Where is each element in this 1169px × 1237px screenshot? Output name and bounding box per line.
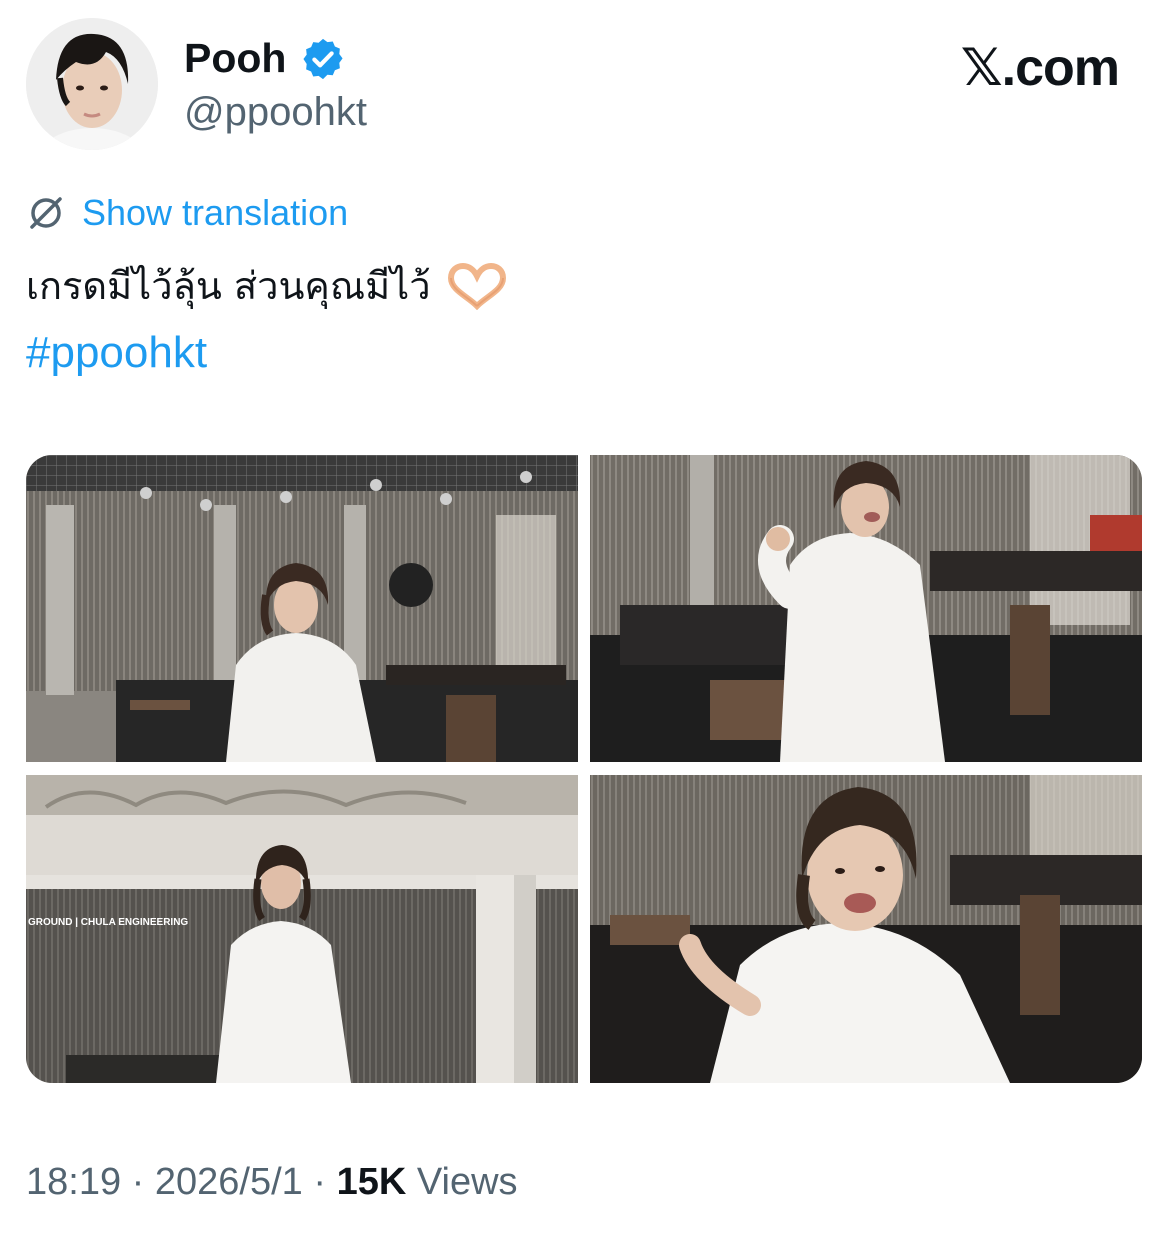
photo-3-sign: GROUND | CHULA ENGINEERING [28,917,188,928]
post-text: เกรดมีไว้ลุ้น ส่วนคุณมีไว้ [26,258,509,314]
translate-globe-icon [30,197,62,229]
author-display-name[interactable]: Pooh [184,34,286,82]
photo-1[interactable] [26,455,578,762]
post-meta: 18:19 · 2026/5/1 · 15K Views [26,1158,518,1206]
heart-hands-emoji [447,262,506,310]
photo-3[interactable]: GROUND | CHULA ENGINEERING [26,775,578,1083]
x-logo: 𝕏.com [960,39,1120,97]
views-count: 15K [336,1161,407,1203]
photo-2-image [590,455,1142,762]
profile-photo [26,18,158,150]
views-label: Views [416,1161,518,1203]
show-translation-button[interactable]: Show translation [26,190,348,236]
verified-badge-icon [303,38,343,80]
media-grid: GROUND | CHULA ENGINEERING [26,455,1142,1083]
post-time[interactable]: 18:19 [26,1161,121,1203]
photo-2[interactable] [590,455,1142,762]
hashtag-link[interactable]: #ppoohkt [26,326,207,380]
post-text-content: เกรดมีไว้ลุ้น ส่วนคุณมีไว้ [26,264,431,308]
photo-3-image: GROUND | CHULA ENGINEERING [26,775,578,1083]
meta-separator: · [131,1161,145,1203]
show-translation-label: Show translation [82,192,349,233]
meta-separator: · [313,1161,327,1203]
photo-4[interactable] [590,775,1142,1083]
photo-4-image [590,775,1142,1083]
photo-1-image [26,455,578,762]
avatar[interactable] [26,18,158,150]
author-handle[interactable]: @ppoohkt [184,88,367,136]
post-date[interactable]: 2026/5/1 [155,1161,303,1203]
